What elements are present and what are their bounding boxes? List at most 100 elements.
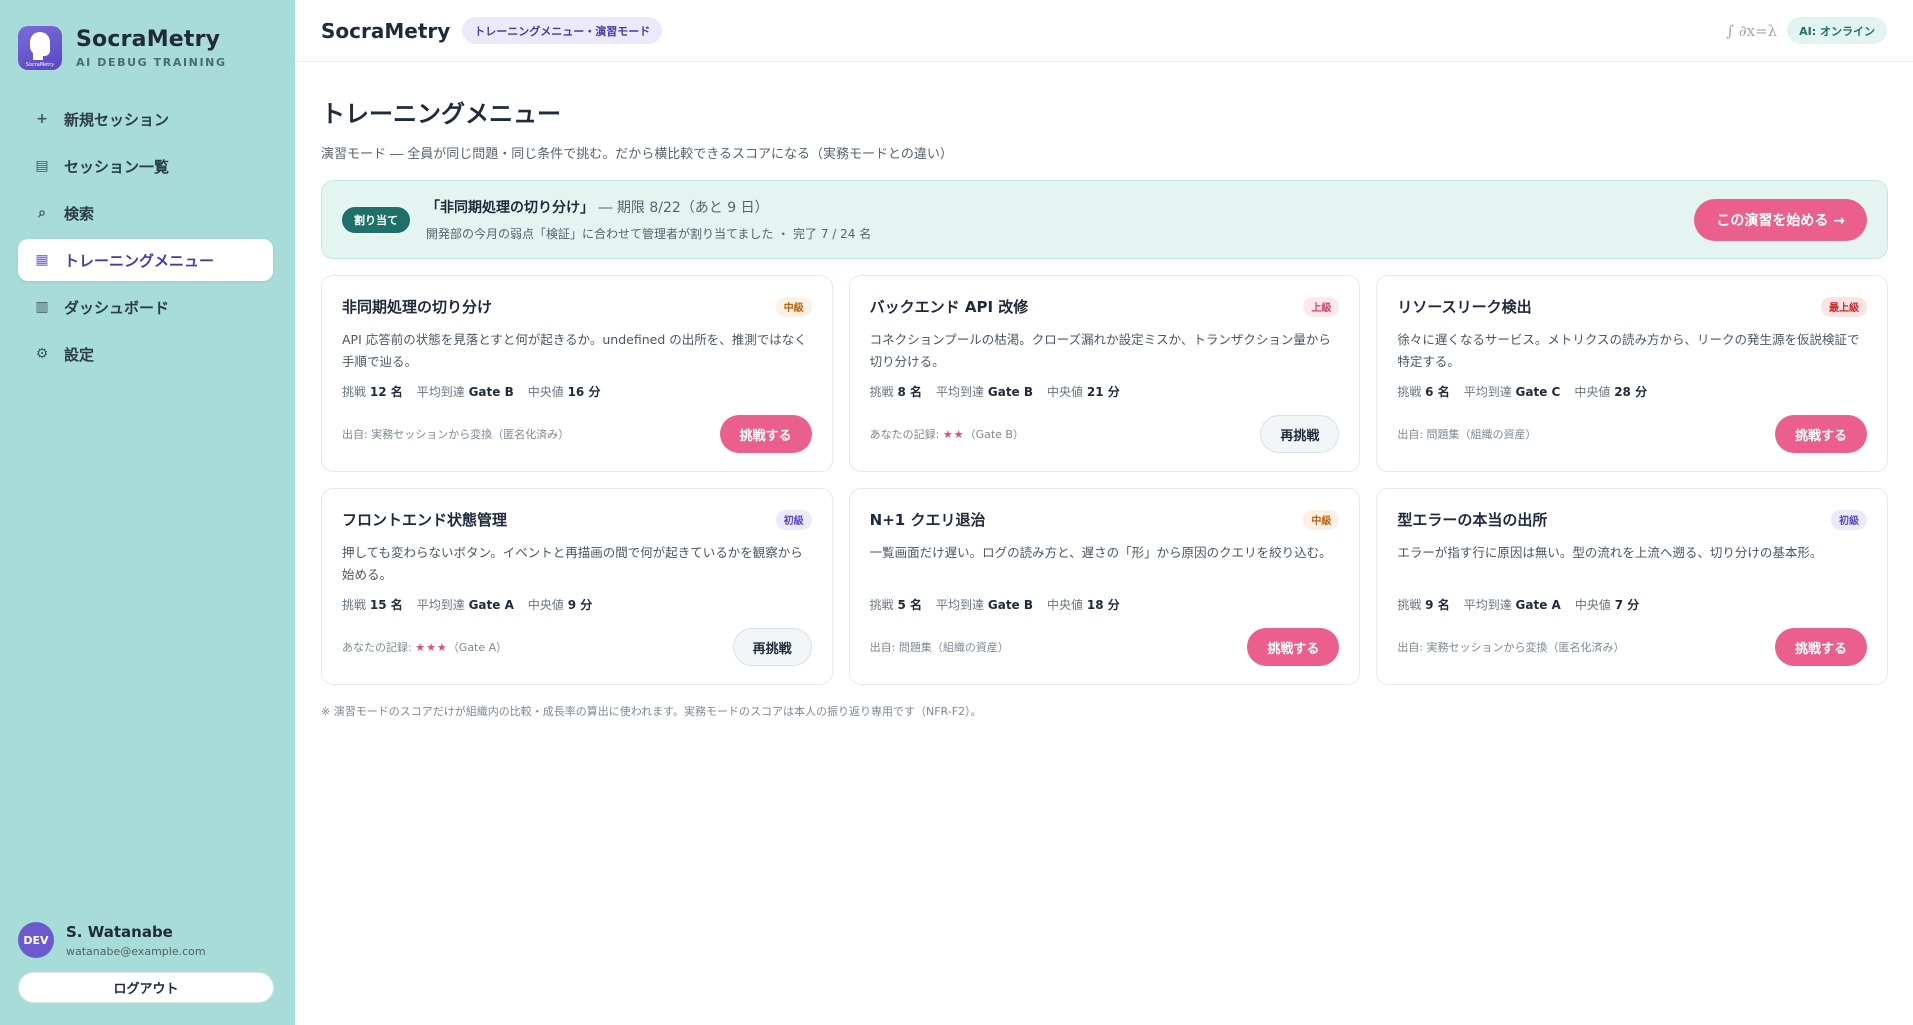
card-stats: 挑戦 6 名 平均到達 Gate C 中央値 28 分 <box>1397 383 1867 400</box>
stat-median: 21 分 <box>1086 385 1120 399</box>
stat-label: 平均到達 <box>416 385 465 399</box>
challenge-button[interactable]: 挑戦する <box>719 415 812 453</box>
training-card: 型エラーの本当の出所 初級 エラーが指す行に原因は無い。型の流れを上流へ遡る、切… <box>1376 488 1888 685</box>
topbar: SocraMetry トレーニングメニュー・演習モード ∫ ∂x=λ AI: オ… <box>295 0 1913 62</box>
stat-label: 挑戦 <box>1397 598 1422 612</box>
stat-label: 中央値 <box>527 385 564 399</box>
stat-label: 中央値 <box>1574 598 1611 612</box>
sidebar-item-4[interactable]: ▥ ダッシュボード <box>18 286 273 328</box>
stat-median: 7 分 <box>1614 598 1640 612</box>
card-title: フロントエンド状態管理 <box>342 511 508 529</box>
content: トレーニングメニュー 演習モード ― 全員が同じ問題・同じ条件で挑む。だから横比… <box>295 62 1913 719</box>
assignment-title: 「非同期処理の切り分け」 ― 期限 8/22（あと 9 日） <box>426 197 871 217</box>
origin-text: 出自: 問題集（組織の資産） <box>1397 428 1537 441</box>
stat-label: 挑戦 <box>869 385 894 399</box>
training-card: N+1 クエリ退治 中級 一覧画面だけ遅い。ログの読み方と、遅さの「形」から原因… <box>848 488 1361 685</box>
stat-median: 16 分 <box>567 385 601 399</box>
sidebar-item-2[interactable]: ⌕ 検索 <box>18 192 273 234</box>
stat-label: 平均到達 <box>1463 385 1512 399</box>
level-badge: 中級 <box>1303 509 1340 530</box>
assignment-banner: 割り当て 「非同期処理の切り分け」 ― 期限 8/22（あと 9 日） 開発部の… <box>321 180 1888 259</box>
level-badge: 初級 <box>1830 509 1867 530</box>
stat-label: 中央値 <box>527 598 564 612</box>
start-assignment-button[interactable]: この演習を始める → <box>1694 198 1867 241</box>
stat-avg-reach: Gate B <box>987 385 1034 399</box>
rating-stars: ★★ <box>942 428 965 441</box>
assignment-deadline: ― 期限 8/22（あと 9 日） <box>594 200 769 216</box>
brand: SocraMetry SocraMetry AI DEBUG TRAINING <box>18 26 273 70</box>
card-description: API 応答前の状態を見落とすと何が起きるか。undefined の出所を、推測… <box>342 332 807 369</box>
challenge-button[interactable]: 挑戦する <box>1774 415 1867 453</box>
stat-median: 18 分 <box>1086 598 1120 612</box>
stat-label: 挑戦 <box>342 598 367 612</box>
math-symbol-decoration: ∫ ∂x=λ <box>1726 21 1778 40</box>
record-gate: （Gate B） <box>964 428 1024 441</box>
retry-button[interactable]: 再挑戦 <box>1260 415 1340 453</box>
card-origin: 出自: 問題集（組織の資産） <box>870 639 1009 655</box>
stat-median: 28 分 <box>1614 385 1648 399</box>
stat-challengers: 5 名 <box>897 598 923 612</box>
card-title: N+1 クエリ退治 <box>869 511 986 529</box>
sidebar-item-label: セッション一覧 <box>64 157 170 176</box>
stat-label: 平均到達 <box>936 385 985 399</box>
page-subtitle: 演習モード ― 全員が同じ問題・同じ条件で挑む。だから横比較できるスコアになる（… <box>321 147 953 162</box>
level-badge: 最上級 <box>1820 296 1867 317</box>
sidebar-item-1[interactable]: ▤ セッション一覧 <box>18 145 273 187</box>
brand-title: SocraMetry <box>76 27 221 52</box>
record-gate: （Gate A） <box>447 641 508 654</box>
stat-label: 平均到達 <box>936 598 985 612</box>
challenge-button[interactable]: 挑戦する <box>1774 628 1867 666</box>
logo-icon: SocraMetry <box>18 26 62 70</box>
level-badge: 中級 <box>775 296 812 317</box>
ai-status-badge: AI: オンライン <box>1787 17 1887 44</box>
rating-stars: ★★★ <box>415 641 448 654</box>
training-card: フロントエンド状態管理 初級 押しても変わらないボタン。イベントと再描画の間で何… <box>321 488 833 685</box>
stat-avg-reach: Gate B <box>987 598 1034 612</box>
logout-button[interactable]: ログアウト <box>18 972 274 1003</box>
challenge-button[interactable]: 挑戦する <box>1247 628 1340 666</box>
stat-challengers: 12 名 <box>369 385 403 399</box>
stat-avg-reach: Gate A <box>468 598 514 612</box>
sidebar-item-5[interactable]: ⚙ 設定 <box>18 333 273 375</box>
card-title: 非同期処理の切り分け <box>342 298 493 316</box>
card-title: バックエンド API 改修 <box>869 298 1029 316</box>
card-origin: 出自: 問題集（組織の資産） <box>1397 426 1536 442</box>
sidebar-item-label: 新規セッション <box>64 110 170 129</box>
avatar[interactable]: DEV <box>18 922 54 958</box>
card-description: コネクションプールの枯渇。クローズ漏れか設定ミスか、トランザクション量から切り分… <box>869 332 1331 369</box>
stat-label: 挑戦 <box>342 385 367 399</box>
origin-text: あなたの記録: <box>869 428 943 441</box>
page-title: トレーニングメニュー <box>321 100 561 128</box>
sidebar-item-label: ダッシュボード <box>64 298 170 317</box>
stat-challengers: 8 名 <box>897 385 923 399</box>
level-badge: 上級 <box>1303 296 1340 317</box>
card-title: 型エラーの本当の出所 <box>1397 511 1548 529</box>
origin-text: 出自: 実務セッションから変換（匿名化済み） <box>1397 641 1625 654</box>
training-card: 非同期処理の切り分け 中級 API 応答前の状態を見落とすと何が起きるか。und… <box>321 275 833 472</box>
sidebar-item-0[interactable]: + 新規セッション <box>18 98 273 140</box>
card-origin: あなたの記録: ★★★（Gate A） <box>342 639 507 655</box>
stat-avg-reach: Gate C <box>1515 385 1561 399</box>
stat-challengers: 15 名 <box>369 598 403 612</box>
retry-button[interactable]: 再挑戦 <box>732 628 812 666</box>
level-badge: 初級 <box>775 509 812 530</box>
training-card: リソースリーク検出 最上級 徐々に遅くなるサービス。メトリクスの読み方から、リー… <box>1376 275 1888 472</box>
stat-label: 挑戦 <box>869 598 894 612</box>
card-description: 押しても変わらないボタン。イベントと再描画の間で何が起きているかを観察から始める… <box>342 545 803 582</box>
stat-label: 平均到達 <box>416 598 465 612</box>
dashboard-icon: ▥ <box>35 299 49 315</box>
card-origin: 出自: 実務セッションから変換（匿名化済み） <box>342 426 569 442</box>
user-panel: DEV S. Watanabe watanabe@example.com ログア… <box>18 922 274 1003</box>
stat-avg-reach: Gate B <box>468 385 514 399</box>
sidebar-item-3[interactable]: ▦ トレーニングメニュー <box>18 239 273 281</box>
assignment-badge: 割り当て <box>342 206 410 233</box>
stat-label: 中央値 <box>1047 598 1084 612</box>
assignment-description: 開発部の今月の弱点「検証」に合わせて管理者が割り当てました ・ 完了 7 / 2… <box>426 227 872 241</box>
card-stats: 挑戦 8 名 平均到達 Gate B 中央値 21 分 <box>870 383 1340 400</box>
card-title: リソースリーク検出 <box>1397 298 1532 316</box>
card-origin: 出自: 実務セッションから変換（匿名化済み） <box>1397 639 1624 655</box>
sidebar: SocraMetry SocraMetry AI DEBUG TRAINING … <box>0 0 295 1025</box>
grid-icon: ▦ <box>35 252 49 268</box>
card-description: 徐々に遅くなるサービス。メトリクスの読み方から、リークの発生源を仮説検証で特定す… <box>1397 332 1860 369</box>
search-icon: ⌕ <box>38 205 46 221</box>
